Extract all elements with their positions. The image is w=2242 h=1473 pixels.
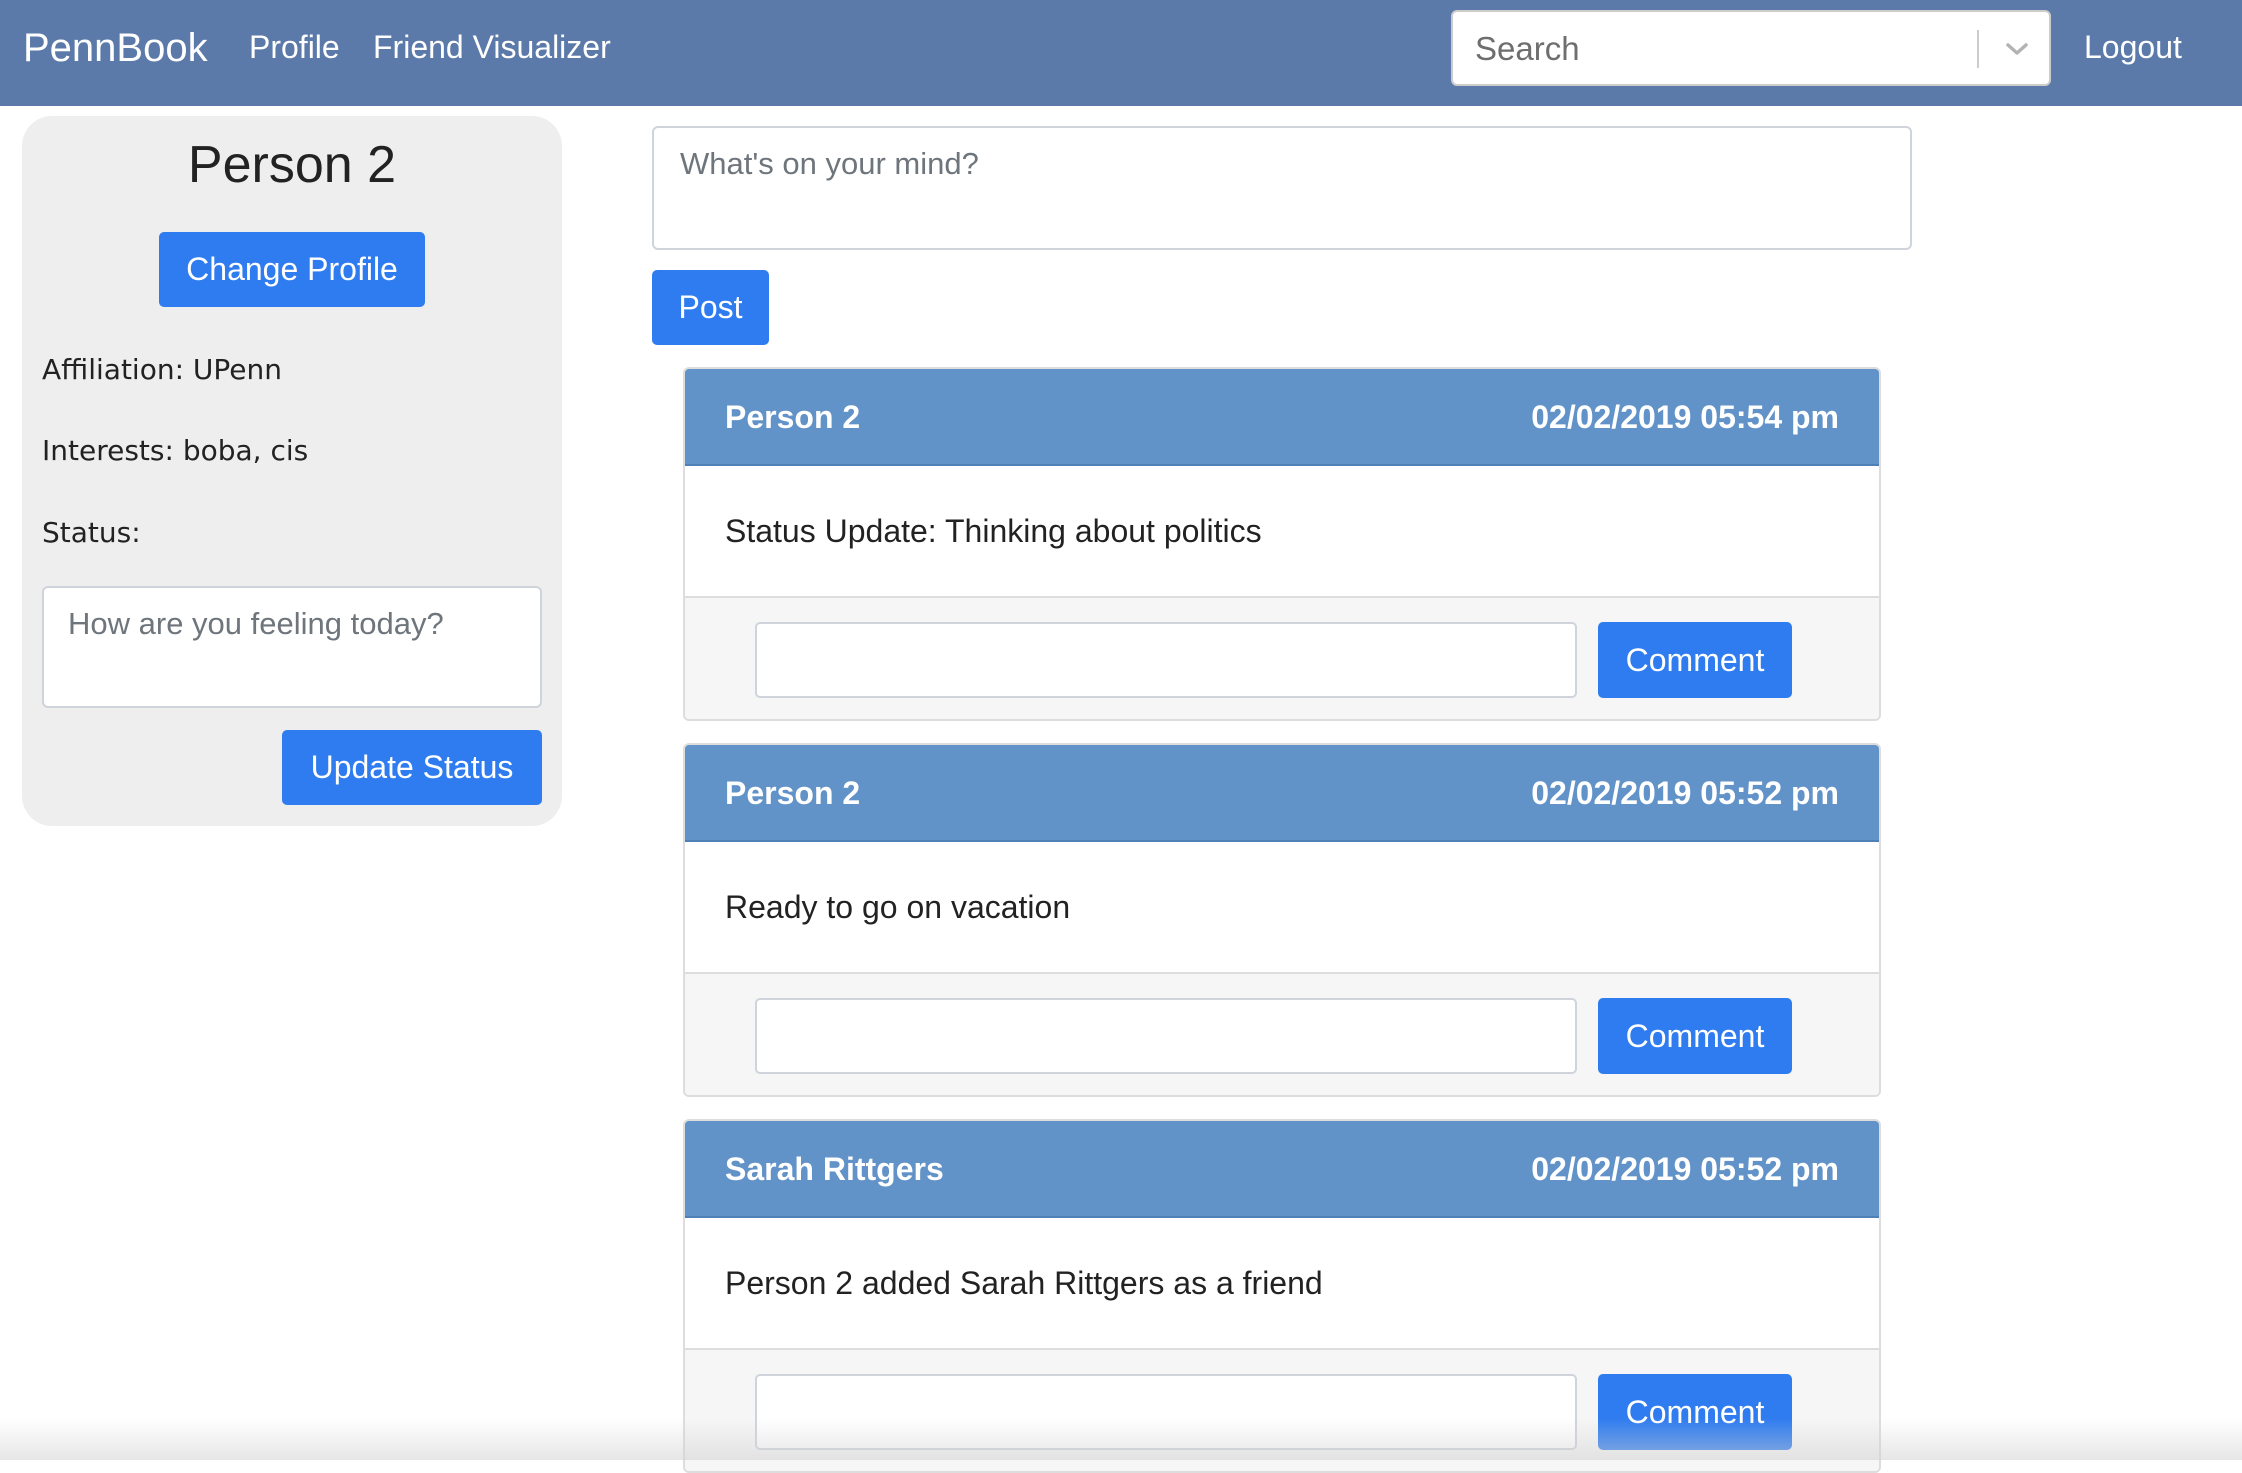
comment-input[interactable] <box>755 1374 1577 1450</box>
post-author[interactable]: Person 2 <box>725 398 860 436</box>
post-date: 02/02/2019 05:54 pm <box>1531 399 1839 435</box>
post-card: Sarah Rittgers 02/02/2019 05:52 pm Perso… <box>683 1119 1881 1473</box>
search-separator <box>1977 30 1979 68</box>
status-input[interactable] <box>42 586 542 708</box>
post-header: Person 2 02/02/2019 05:54 pm <box>685 369 1879 466</box>
profile-sidebar: Person 2 Change Profile Affiliation: UPe… <box>22 116 562 826</box>
post-content: Status Update: Thinking about politics <box>725 513 1262 549</box>
chevron-down-icon[interactable] <box>1997 30 2037 68</box>
post-composer-input[interactable] <box>652 126 1912 250</box>
post-footer: Comment <box>685 596 1879 719</box>
comment-input[interactable] <box>755 622 1577 698</box>
comment-input[interactable] <box>755 998 1577 1074</box>
post-header: Person 2 02/02/2019 05:52 pm <box>685 745 1879 842</box>
post-content: Person 2 added Sarah Rittgers as a frien… <box>725 1265 1323 1301</box>
post-header: Sarah Rittgers 02/02/2019 05:52 pm <box>685 1121 1879 1218</box>
post-author[interactable]: Person 2 <box>725 774 860 812</box>
change-profile-button[interactable]: Change Profile <box>159 232 425 307</box>
comment-button[interactable]: Comment <box>1598 1374 1792 1450</box>
comment-button[interactable]: Comment <box>1598 998 1792 1074</box>
post-date: 02/02/2019 05:52 pm <box>1531 775 1839 811</box>
comment-button[interactable]: Comment <box>1598 622 1792 698</box>
post-date: 02/02/2019 05:52 pm <box>1531 1151 1839 1187</box>
status-label: Status: <box>42 516 141 549</box>
brand-logo[interactable]: PennBook <box>23 24 208 72</box>
post-card: Person 2 02/02/2019 05:52 pm Ready to go… <box>683 743 1881 1097</box>
update-status-button[interactable]: Update Status <box>282 730 542 805</box>
nav-link-profile[interactable]: Profile <box>249 28 340 66</box>
nav-link-friend-visualizer[interactable]: Friend Visualizer <box>373 28 611 66</box>
affiliation-text: Affiliation: UPenn <box>42 353 283 386</box>
post-footer: Comment <box>685 1348 1879 1471</box>
post-content: Ready to go on vacation <box>725 889 1071 925</box>
post-card: Person 2 02/02/2019 05:54 pm Status Upda… <box>683 367 1881 721</box>
logout-link[interactable]: Logout <box>2084 28 2182 66</box>
navbar: PennBook Profile Friend Visualizer Logou… <box>0 0 2242 106</box>
post-author[interactable]: Sarah Rittgers <box>725 1150 944 1188</box>
post-button[interactable]: Post <box>652 270 769 345</box>
profile-name: Person 2 <box>187 136 397 194</box>
search-select[interactable] <box>1451 10 2051 86</box>
post-footer: Comment <box>685 972 1879 1095</box>
search-input[interactable] <box>1473 22 1973 76</box>
interests-text: Interests: boba, cis <box>42 434 309 467</box>
